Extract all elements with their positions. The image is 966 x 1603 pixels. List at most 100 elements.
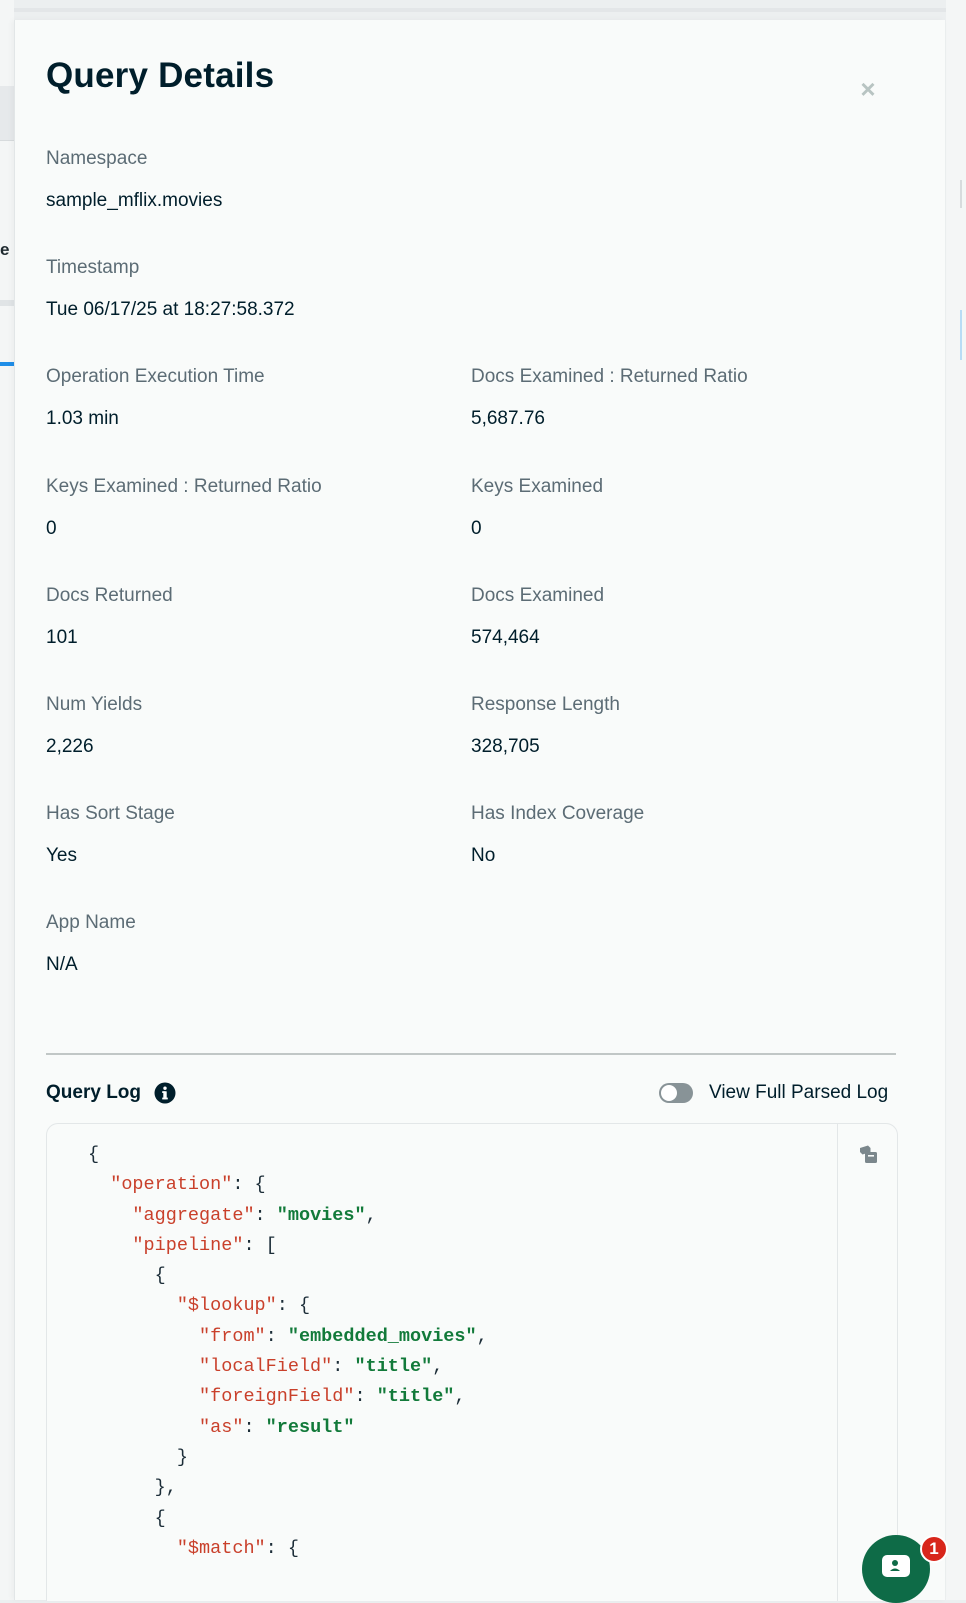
code-key: "from": [199, 1325, 266, 1347]
code-line: "localField": "title",: [88, 1352, 837, 1382]
code-punctuation: },: [154, 1477, 177, 1499]
code-colon: :: [254, 1204, 277, 1226]
code-punctuation: {: [88, 1144, 100, 1165]
code-colon: :: [265, 1325, 288, 1347]
code-string-value: "embedded_movies": [287, 1325, 477, 1347]
num-yields-field: Num Yields 2,226: [46, 693, 142, 759]
namespace-field: Namespace sample_mflix.movies: [46, 147, 222, 213]
docs-examined-field: Docs Examined 574,464: [471, 584, 604, 650]
docs-returned-field: Docs Returned 101: [46, 584, 173, 650]
code-string-value: "result": [265, 1416, 355, 1438]
code-punctuation: ,: [432, 1356, 444, 1378]
code-punctuation: : {: [232, 1174, 266, 1196]
view-full-parsed-log-toggle[interactable]: View Full Parsed Log: [659, 1082, 888, 1104]
code-punctuation: ,: [365, 1204, 377, 1226]
field-label: App Name: [46, 912, 136, 933]
code-punctuation: {: [154, 1265, 166, 1287]
field-value: 2,226: [46, 736, 94, 757]
drawer-title: Query Details: [46, 56, 275, 95]
query-log-title: Query Log: [46, 1082, 142, 1103]
background-toolbar-fragment: [0, 86, 14, 141]
field-label: Namespace: [46, 148, 148, 169]
info-icon[interactable]: [154, 1082, 176, 1104]
app-name-field: App Name N/A: [46, 911, 136, 977]
code-colon: :: [332, 1356, 355, 1378]
code-line: {: [88, 1140, 837, 1170]
background-control-fragment: [952, 180, 962, 208]
code-line: "$match": {: [88, 1534, 837, 1564]
field-label: Timestamp: [46, 257, 140, 278]
field-label: Keys Examined: [471, 476, 604, 497]
close-button[interactable]: ×: [855, 76, 881, 102]
code-punctuation: ,: [454, 1386, 466, 1408]
toggle-switch[interactable]: [659, 1083, 693, 1103]
copy-icon: [860, 1145, 877, 1163]
field-label: Has Sort Stage: [46, 803, 175, 824]
code-punctuation: ,: [476, 1325, 488, 1347]
query-details-drawer: Query Details × Namespace sample_mflix.m…: [14, 20, 945, 1601]
field-value: No: [471, 845, 496, 866]
field-label: Num Yields: [46, 694, 143, 715]
field-label: Docs Examined: [471, 585, 605, 606]
code-line: "from": "embedded_movies",: [88, 1322, 837, 1352]
code-key: "foreignField": [199, 1386, 355, 1408]
code-punctuation: }: [176, 1446, 188, 1468]
code-string-value: "movies": [276, 1204, 366, 1226]
field-value: 0: [471, 518, 482, 539]
background-divider-fragment: [0, 300, 14, 306]
code-colon: :: [243, 1416, 266, 1438]
code-line: {: [88, 1504, 837, 1534]
code-line: "operation": {: [88, 1170, 837, 1200]
background-active-tab-indicator: [0, 362, 14, 366]
code-punctuation: : {: [265, 1537, 299, 1559]
copy-panel: [837, 1124, 897, 1601]
field-label: Operation Execution Time: [46, 366, 265, 387]
code-key: "localField": [199, 1356, 333, 1378]
field-value: 0: [46, 518, 57, 539]
field-label: Response Length: [471, 694, 620, 715]
code-key: "pipeline": [132, 1234, 244, 1256]
code-key: "as": [199, 1416, 244, 1438]
notification-badge: 1: [920, 1535, 948, 1563]
code-string-value: "title": [354, 1356, 433, 1378]
keys-examined-field: Keys Examined 0: [471, 475, 603, 541]
code-key: "$lookup": [176, 1295, 277, 1317]
copy-button[interactable]: [856, 1142, 880, 1166]
response-length-field: Response Length 328,705: [471, 693, 620, 759]
field-value: N/A: [46, 954, 78, 975]
keys-ratio-field: Keys Examined : Returned Ratio 0: [46, 475, 322, 541]
exec-time-field: Operation Execution Time 1.03 min: [46, 365, 265, 431]
code-key: "$match": [176, 1537, 266, 1559]
code-line: {: [88, 1261, 837, 1291]
section-divider: [46, 1053, 896, 1055]
field-value: sample_mflix.movies: [46, 190, 223, 211]
code-line: "aggregate": "movies",: [88, 1201, 837, 1231]
code-area: { "operation": { "aggregate": "movies", …: [47, 1124, 837, 1601]
field-label: Docs Examined : Returned Ratio: [471, 366, 748, 387]
code-punctuation: {: [154, 1507, 166, 1529]
field-value: 574,464: [471, 627, 540, 648]
close-icon: ×: [860, 74, 876, 104]
background-page-right-edge: [946, 0, 966, 1600]
code-line: },: [88, 1473, 837, 1503]
field-label: Has Index Coverage: [471, 803, 645, 824]
code-content: { "operation": { "aggregate": "movies", …: [47, 1124, 837, 1564]
background-text-fragment: e: [0, 240, 10, 259]
background-top-bar: [0, 8, 966, 12]
code-colon: :: [354, 1386, 377, 1408]
has-sort-field: Has Sort Stage Yes: [46, 802, 175, 868]
code-key: "aggregate": [132, 1204, 255, 1226]
chat-icon: [882, 1555, 910, 1577]
background-input-fragment: [950, 310, 962, 360]
